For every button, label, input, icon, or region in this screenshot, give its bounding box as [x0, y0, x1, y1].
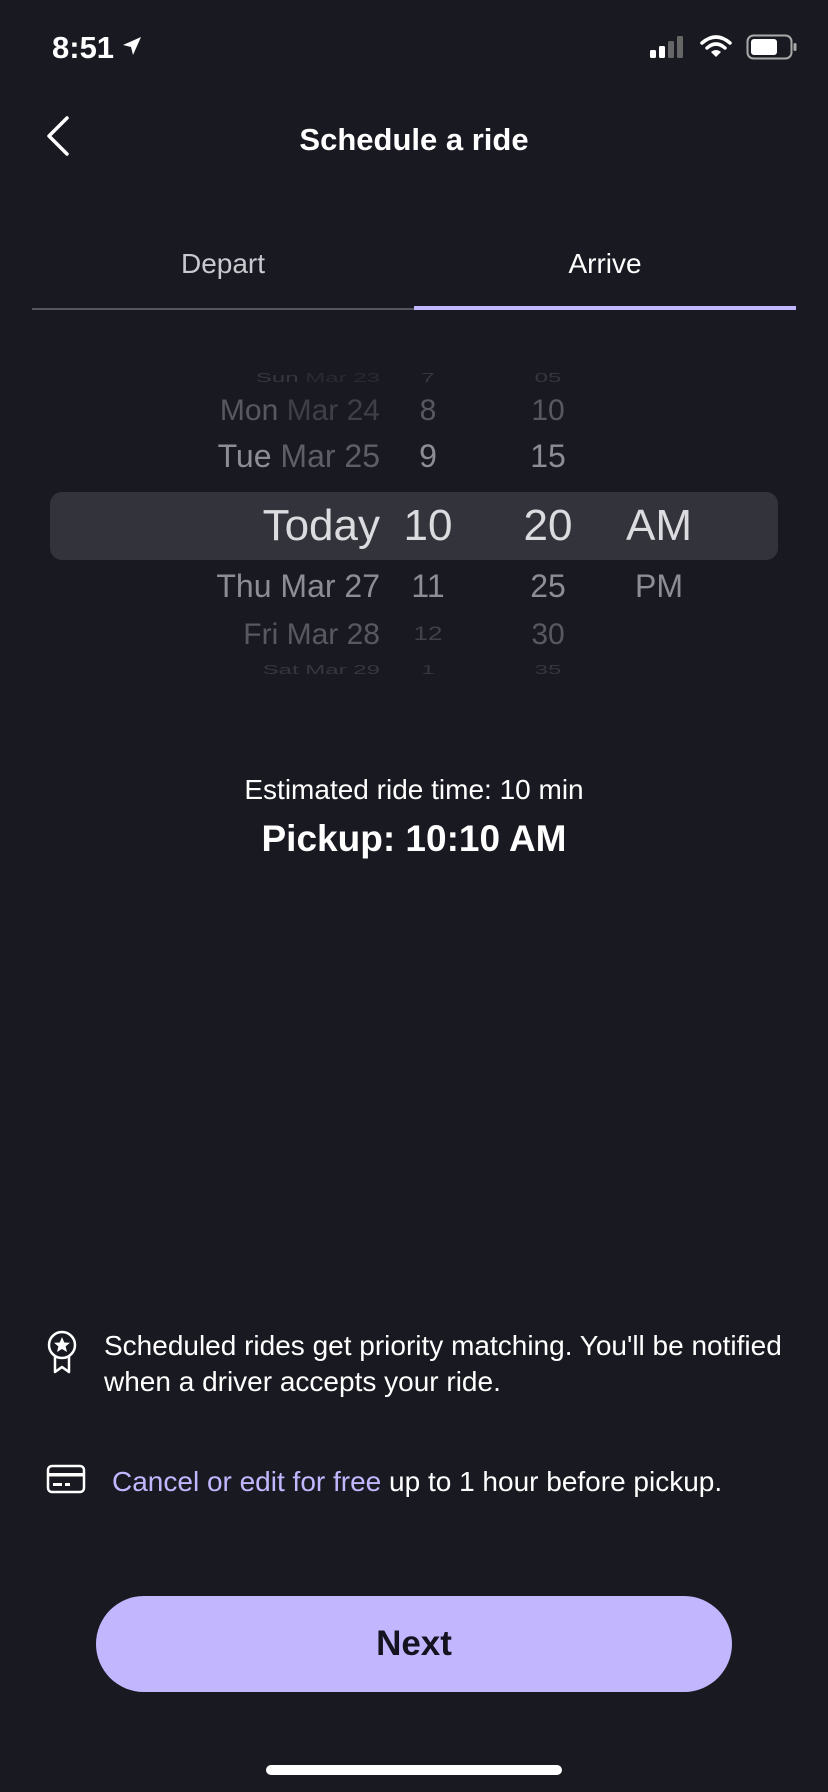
battery-icon	[746, 34, 798, 65]
estimated-ride-time: Estimated ride time: 10 min	[244, 774, 584, 805]
location-arrow-icon	[120, 30, 144, 66]
picker-minute-row[interactable]: 30	[508, 620, 588, 650]
picker-date-row[interactable]: Sun Mar 23	[50, 371, 380, 384]
picker-hour-row[interactable]: 12	[388, 623, 468, 643]
date-time-picker[interactable]: Sun Mar 23 Mon Mar 24 Tue Mar 25 Today T…	[50, 340, 778, 700]
cancel-info-row: Cancel or edit for free up to 1 hour bef…	[44, 1464, 788, 1500]
picker-date-selected[interactable]: Today	[50, 504, 380, 548]
home-indicator[interactable]	[266, 1765, 562, 1775]
status-bar-indicators	[650, 34, 798, 65]
picker-hour-row[interactable]: 9	[388, 440, 468, 472]
picker-minute-row[interactable]: 10	[508, 396, 588, 426]
picker-ampm-selected[interactable]: AM	[614, 504, 704, 548]
time-label: 8:51	[52, 30, 115, 65]
picker-minute-row[interactable]: 25	[508, 570, 588, 602]
picker-date-row[interactable]: Sat Mar 29	[50, 663, 380, 676]
picker-hour-selected[interactable]: 10	[388, 504, 468, 548]
cancel-info-rest: up to 1 hour before pickup.	[381, 1466, 723, 1497]
credit-card-icon	[44, 1464, 88, 1494]
picker-date-row[interactable]: Thu Mar 27	[50, 570, 380, 602]
depart-arrive-tabs: Depart Arrive	[32, 244, 796, 310]
picker-hour-row[interactable]: 1	[388, 663, 468, 676]
picker-minute-row[interactable]: 05	[508, 371, 588, 384]
picker-minute-row[interactable]: 35	[508, 663, 588, 676]
picker-minute-row[interactable]: 15	[508, 440, 588, 472]
priority-info-row: Scheduled rides get priority matching. Y…	[44, 1328, 788, 1400]
picker-date-row[interactable]: Mon Mar 24	[50, 396, 380, 426]
award-star-icon	[44, 1328, 80, 1376]
picker-hour-row[interactable]: 7	[388, 371, 468, 384]
wifi-icon	[700, 35, 732, 64]
priority-info-text: Scheduled rides get priority matching. Y…	[104, 1330, 782, 1397]
picker-hour-row[interactable]: 8	[388, 396, 468, 426]
tab-arrive[interactable]: Arrive	[414, 244, 796, 310]
picker-date-row[interactable]: Tue Mar 25	[50, 440, 380, 472]
picker-ampm-row[interactable]: PM	[614, 570, 704, 602]
tab-depart[interactable]: Depart	[32, 244, 414, 310]
signal-icon	[650, 36, 686, 63]
page-title: Schedule a ride	[299, 122, 529, 157]
pickup-time: Pickup: 10:10 AM	[261, 818, 567, 859]
picker-hour-row[interactable]: 11	[388, 570, 468, 602]
next-button[interactable]: Next	[96, 1596, 732, 1692]
picker-minute-selected[interactable]: 20	[508, 504, 588, 548]
picker-date-row[interactable]: Fri Mar 28	[50, 620, 380, 650]
status-bar-time: 8:51	[52, 30, 144, 66]
cancel-edit-link[interactable]: Cancel or edit for free	[112, 1466, 381, 1497]
cancel-info-text: Cancel or edit for free up to 1 hour bef…	[112, 1464, 722, 1500]
